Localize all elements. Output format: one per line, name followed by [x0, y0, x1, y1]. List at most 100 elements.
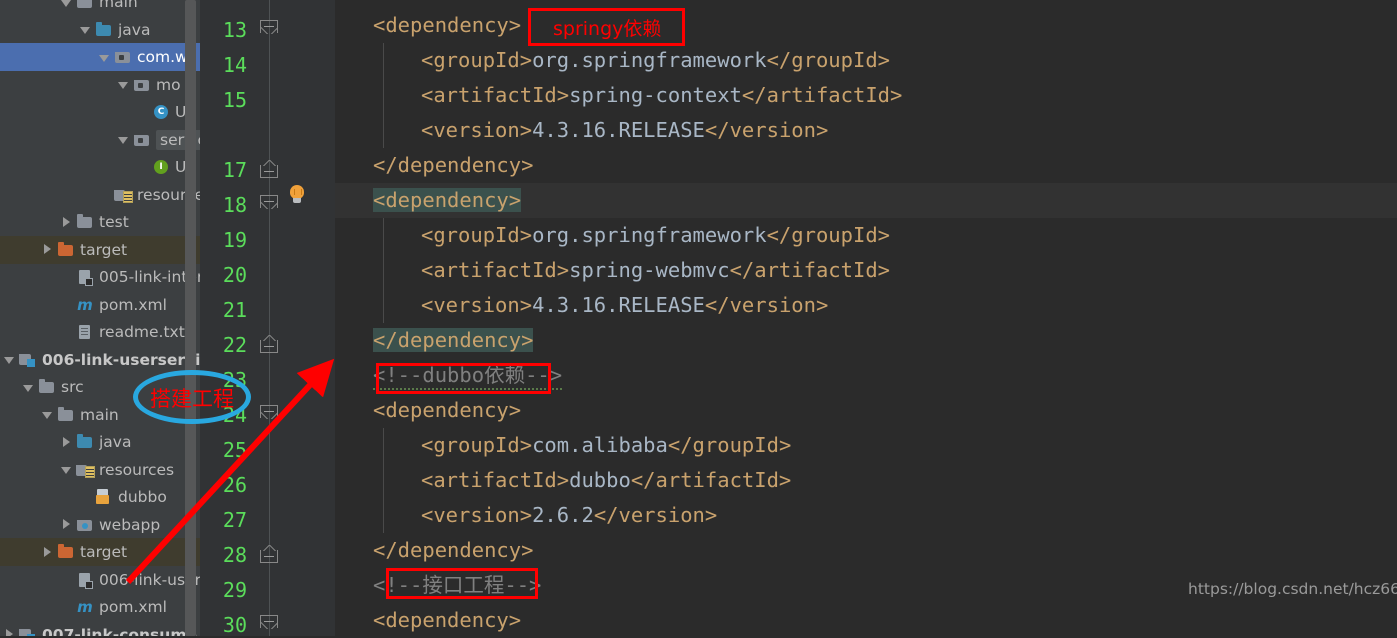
chevron-down-icon[interactable] [118, 134, 129, 145]
code-token: org.springframework [532, 223, 767, 247]
tree-item-005-link-interfac[interactable]: 005-link-interfac [0, 263, 200, 291]
code-line-content: <artifactId>dubbo</artifactId> [335, 468, 791, 492]
tree-item-test[interactable]: test [0, 208, 200, 236]
chevron-right-icon[interactable] [42, 244, 53, 255]
code-line-17[interactable]: </dependency> [335, 148, 1397, 183]
tree-item-label: pom.xml [99, 598, 167, 616]
tree-item-java[interactable]: java [0, 16, 200, 44]
code-line-13[interactable]: <dependency> [335, 8, 1397, 43]
maven-file-icon: m [77, 598, 93, 616]
code-line-24[interactable]: <dependency> [335, 393, 1397, 428]
code-token: org.springframework [532, 48, 767, 72]
iml-icon [76, 572, 94, 589]
code-line-22[interactable]: </dependency> [335, 323, 1397, 358]
code-token: spring-webmvc [569, 258, 730, 282]
chevron-down-icon[interactable] [99, 52, 110, 63]
interface-comment-annotation-box [386, 568, 538, 599]
sidebar-scrollbar-thumb[interactable] [185, 0, 196, 636]
tree-item-resources[interactable]: resources [0, 181, 200, 209]
chevron-right-icon[interactable] [42, 546, 53, 558]
code-line-25[interactable]: <groupId>com.alibaba</groupId> [335, 428, 1397, 463]
tree-item-target[interactable]: target [0, 538, 200, 566]
code-line-content: <dependency> [335, 398, 521, 422]
code-line-content: <groupId>org.springframework</groupId> [335, 223, 890, 247]
tree-item-pom-xml[interactable]: m pom.xml [0, 291, 200, 319]
chevron-down-icon[interactable] [23, 382, 34, 393]
code-line-27[interactable]: <version>2.6.2</version> [335, 498, 1397, 533]
code-token: </dependency> [373, 328, 534, 352]
code-line-30[interactable]: <dependency> [335, 603, 1397, 638]
tree-item-pom-xml[interactable]: m pom.xml [0, 593, 200, 621]
tree-item-mo[interactable]: mo [0, 71, 200, 99]
code-line-21[interactable]: <version>4.3.16.RELEASE</version> [335, 288, 1397, 323]
folder-icon [57, 406, 75, 423]
fold-marker-line-13[interactable] [260, 20, 279, 39]
tree-item-007-link-consume[interactable]: 007-link-consume [0, 621, 200, 637]
project-tree-sidebar[interactable]: mainjavacom.wmoCUserviceIUresourcestestt… [0, 0, 200, 636]
xml-spring-icon [95, 489, 113, 505]
package-icon [133, 77, 151, 93]
code-editor[interactable]: 13 14 15 17 18 19 20 21 22 23 24 25 26 27 28 29 30 <depe… [200, 0, 1397, 637]
tree-item-label: target [80, 543, 128, 561]
tree-item-com-w[interactable]: com.w [0, 43, 200, 71]
code-line-16[interactable]: <version>4.3.16.RELEASE</version> [335, 113, 1397, 148]
code-token: dubbo [569, 468, 631, 492]
code-line-14[interactable]: <groupId>org.springframework</groupId> [335, 43, 1397, 78]
lightbulb-icon[interactable] [286, 184, 308, 206]
watermark-text: https://blog.csdn.net/hcz666 [1188, 580, 1397, 598]
tree-item-readme-txt[interactable]: readme.txt [0, 318, 200, 346]
package-icon [133, 132, 151, 148]
fold-marker-line-30[interactable] [260, 615, 279, 634]
chevron-right-icon[interactable] [4, 629, 15, 636]
tree-item-target[interactable]: target [0, 235, 200, 264]
tree-item-resources[interactable]: resources [0, 456, 200, 484]
code-line-15[interactable]: <artifactId>spring-context</artifactId> [335, 78, 1397, 113]
folder-blue-icon [76, 434, 94, 450]
chevron-right-icon[interactable] [61, 216, 72, 228]
line-number-19: 19 [222, 228, 247, 252]
code-text-area[interactable]: <dependency> <groupId>org.springframework… [335, 0, 1397, 636]
code-token: <artifactId> [421, 258, 570, 282]
code-line-content: <version>2.6.2</version> [335, 503, 717, 527]
code-line-26[interactable]: <artifactId>dubbo</artifactId> [335, 463, 1397, 498]
folder-blue-icon [95, 21, 113, 38]
code-line-18[interactable]: <dependency> [335, 183, 1397, 218]
code-line-19[interactable]: <groupId>org.springframework</groupId> [335, 218, 1397, 253]
chevron-down-icon[interactable] [4, 354, 15, 365]
line-number-15: 15 [222, 88, 247, 112]
tree-item-java[interactable]: java [0, 428, 200, 456]
code-token: com.alibaba [532, 433, 668, 457]
editor-gutter[interactable]: 13 14 15 17 18 19 20 21 22 23 24 25 26 27 28 29 30 [200, 0, 335, 637]
chevron-right-icon[interactable] [61, 436, 72, 448]
code-token: <artifactId> [421, 83, 570, 107]
tree-item-006-link-userservi[interactable]: 006-link-userservi [0, 346, 200, 374]
code-line-20[interactable]: <artifactId>spring-webmvc</artifactId> [335, 253, 1397, 288]
chevron-down-icon[interactable] [42, 409, 53, 420]
ide-window: mainjavacom.wmoCUserviceIUresourcestestt… [0, 0, 1397, 637]
fold-marker-line-24[interactable] [260, 405, 279, 424]
code-line-content: </dependency> [335, 328, 534, 352]
fold-marker-line-17[interactable] [260, 160, 279, 179]
fold-marker-line-18[interactable] [260, 195, 279, 214]
chevron-down-icon[interactable] [118, 79, 129, 90]
tree-item-dubbo[interactable]: dubbo [0, 483, 200, 511]
tree-item-webapp[interactable]: webapp [0, 511, 200, 539]
chevron-down-icon[interactable] [80, 24, 91, 35]
tree-item-u[interactable]: IU [0, 153, 200, 181]
fold-marker-line-22[interactable] [260, 335, 279, 354]
tree-item-label: 007-link-consume [42, 625, 197, 637]
resources-icon [76, 462, 95, 478]
chevron-down-icon[interactable] [61, 0, 72, 8]
fold-marker-line-28[interactable] [260, 545, 279, 564]
chevron-right-icon[interactable] [61, 519, 72, 530]
code-line-content: <dependency> [335, 13, 521, 37]
tree-item-u[interactable]: CU [0, 98, 200, 126]
tree-item-006-link-user-ser[interactable]: 006-link-user-ser [0, 566, 200, 594]
code-line-28[interactable]: </dependency> [335, 533, 1397, 568]
tree-item-service[interactable]: service [0, 126, 200, 154]
code-line-content: <groupId>com.alibaba</groupId> [335, 433, 791, 457]
java-class-icon: C [154, 105, 168, 119]
chevron-down-icon[interactable] [61, 464, 72, 475]
folder-icon [76, 0, 94, 10]
tree-item-main[interactable]: main [0, 0, 200, 16]
